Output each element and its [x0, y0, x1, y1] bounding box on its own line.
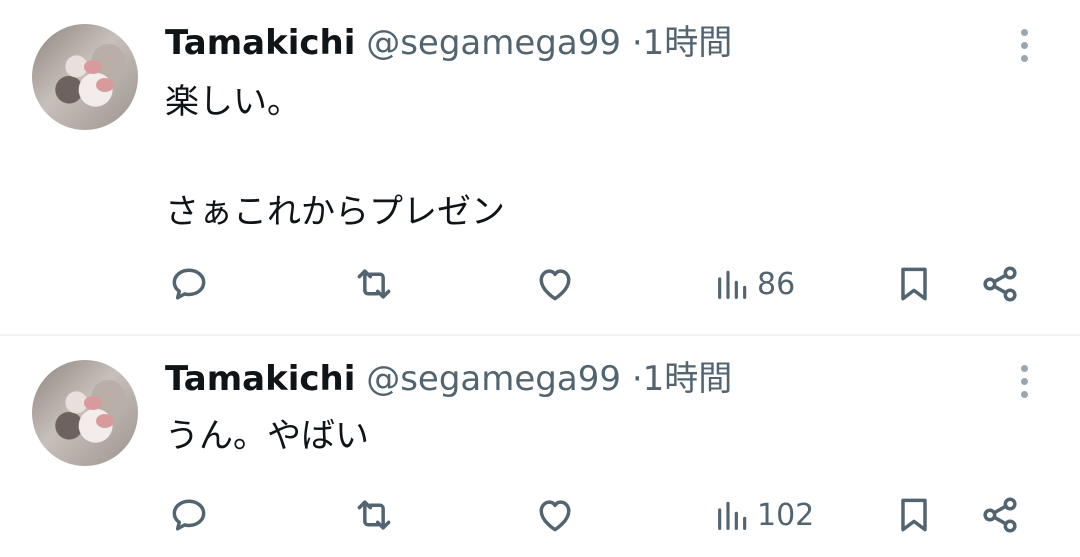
tweet-text-line: さぁこれからプレゼン — [165, 192, 505, 232]
timestamp[interactable]: 1時間 — [643, 23, 733, 63]
like-icon — [539, 500, 571, 532]
reply-button[interactable] — [167, 491, 211, 539]
like-button[interactable] — [533, 260, 577, 308]
bookmark-button[interactable] — [892, 491, 936, 539]
bookmark-icon — [901, 498, 927, 532]
views-button[interactable]: 86 — [713, 260, 795, 308]
author-handle[interactable]: @segamega99 — [366, 359, 621, 399]
action-bar: 86 — [0, 260, 1080, 308]
share-button[interactable] — [978, 491, 1022, 539]
tweet[interactable]: Tamakichi @segamega99 ·1時間 うん。やばい 102 — [0, 336, 1080, 557]
tweet-text: 楽しい。 さぁこれからプレゼン — [165, 74, 505, 240]
more-icon[interactable] — [1014, 362, 1036, 402]
author-name[interactable]: Tamakichi — [165, 359, 355, 399]
tweet-header: Tamakichi @segamega99 ·1時間 — [165, 20, 732, 66]
views-button[interactable]: 102 — [713, 491, 814, 539]
share-button[interactable] — [978, 260, 1022, 308]
retweet-icon — [357, 500, 391, 530]
retweet-button[interactable] — [352, 260, 396, 308]
share-icon — [983, 266, 1017, 302]
bookmark-icon — [901, 267, 927, 301]
views-count: 102 — [757, 497, 815, 533]
share-icon — [983, 497, 1017, 533]
tweet[interactable]: Tamakichi @segamega99 ·1時間 楽しい。 さぁこれからプレ… — [0, 0, 1080, 334]
tweet-text-line: うん。やばい — [165, 416, 369, 456]
views-icon — [718, 501, 747, 530]
separator: · — [631, 23, 643, 63]
retweet-button[interactable] — [352, 491, 396, 539]
bookmark-button[interactable] — [892, 260, 936, 308]
reply-icon — [172, 499, 206, 531]
like-button[interactable] — [533, 491, 577, 539]
avatar[interactable] — [32, 24, 138, 130]
tweet-text: うん。やばい — [165, 408, 369, 464]
views-count: 86 — [757, 266, 796, 302]
tweet-header: Tamakichi @segamega99 ·1時間 — [165, 356, 732, 402]
like-icon — [539, 269, 571, 301]
author-handle[interactable]: @segamega99 — [366, 23, 621, 63]
action-bar: 102 — [0, 491, 1080, 539]
views-icon — [718, 270, 747, 299]
reply-button[interactable] — [167, 260, 211, 308]
timestamp[interactable]: 1時間 — [643, 359, 733, 399]
retweet-icon — [357, 269, 391, 299]
separator: · — [631, 359, 643, 399]
reply-icon — [172, 268, 206, 300]
more-icon[interactable] — [1014, 26, 1036, 66]
tweet-text-line: 楽しい。 — [165, 82, 301, 122]
author-name[interactable]: Tamakichi — [165, 23, 355, 63]
avatar[interactable] — [32, 360, 138, 466]
tweet-text-line — [165, 130, 505, 184]
